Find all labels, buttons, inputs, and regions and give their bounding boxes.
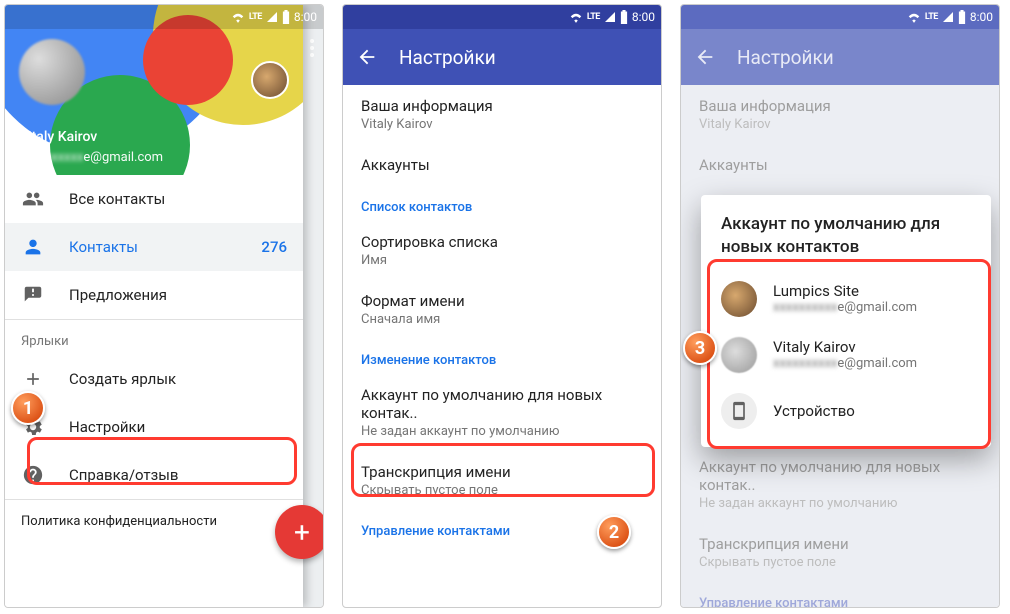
appbar: Настройки <box>343 29 661 85</box>
appbar-dimmed: Настройки <box>681 29 999 85</box>
wifi-icon <box>907 11 921 23</box>
suggestions-icon <box>21 283 45 307</box>
step-badge-1: 1 <box>11 391 45 425</box>
appbar-title: Настройки <box>737 46 834 69</box>
avatar <box>721 281 757 317</box>
labels-header: Ярлыки <box>5 320 303 355</box>
option-email: xxxxxxxxxxe@gmail.com <box>773 300 917 315</box>
phone-2-settings: LTE 8:00 Настройки Ваша информация Vital… <box>342 4 662 608</box>
signal-icon <box>942 11 954 23</box>
setting-your-info[interactable]: Ваша информация Vitaly Kairov <box>343 85 661 144</box>
option-email: xxxxxxxxxxe@gmail.com <box>773 356 917 371</box>
plus-icon: + <box>294 516 310 549</box>
status-time: 8:00 <box>632 10 655 24</box>
lte-label: LTE <box>587 12 600 22</box>
setting-accounts[interactable]: Аккаунты <box>343 144 661 186</box>
section-contacts-list: Список контактов <box>343 186 661 221</box>
bg-setting-transcription: Транскрипция имени Скрывать пустое поле <box>681 523 999 582</box>
person-icon <box>21 235 45 259</box>
nav-suggestions[interactable]: Предложения <box>5 271 303 319</box>
option-name: Vitaly Kairov <box>773 338 917 356</box>
nav-label: Предложения <box>69 286 167 304</box>
drawer-user-email: xxxxxxxxxxe@gmail.com <box>19 150 163 165</box>
drawer-header: Vitaly Kairov xxxxxxxxxxe@gmail.com <box>5 5 303 175</box>
wifi-icon <box>569 11 583 23</box>
signal-icon <box>266 11 278 23</box>
battery-icon <box>282 10 290 24</box>
nav-contacts[interactable]: Контакты 276 <box>5 223 303 271</box>
overflow-menu-icon[interactable] <box>310 39 314 57</box>
battery-icon <box>620 10 628 24</box>
status-time: 8:00 <box>294 10 317 24</box>
lte-label: LTE <box>925 12 938 22</box>
setting-sort[interactable]: Сортировка списка Имя <box>343 221 661 280</box>
nav-label: Справка/отзыв <box>69 466 178 484</box>
option-name: Lumpics Site <box>773 282 917 300</box>
nav-all-contacts[interactable]: Все контакты <box>5 175 303 223</box>
back-button <box>693 45 717 69</box>
nav-label: Контакты <box>69 238 138 256</box>
nav-help[interactable]: Справка/отзыв <box>5 451 303 499</box>
default-account-dialog: Аккаунт по умолчанию для новых контактов… <box>701 195 991 447</box>
help-icon <box>21 463 45 487</box>
step-badge-2: 2 <box>597 515 631 549</box>
dialog-option-lumpics[interactable]: Lumpics Site xxxxxxxxxxe@gmail.com <box>701 271 991 327</box>
appbar-title: Настройки <box>399 46 496 69</box>
status-time: 8:00 <box>970 10 993 24</box>
privacy-link[interactable]: Политика конфиденциальности <box>5 500 303 543</box>
option-name: Устройство <box>773 402 855 420</box>
setting-default-account[interactable]: Аккаунт по умолчанию для новых контак.. … <box>343 374 661 451</box>
nav-settings[interactable]: Настройки <box>5 403 303 451</box>
status-bar: LTE 8:00 <box>343 5 661 29</box>
avatar-secondary[interactable] <box>251 61 289 99</box>
status-bar: LTE 8:00 <box>681 5 999 29</box>
account-dropdown-icon[interactable] <box>277 157 289 165</box>
status-bar: LTE 8:00 <box>5 5 323 29</box>
signal-icon <box>604 11 616 23</box>
device-icon <box>721 393 757 429</box>
dialog-option-vitaly[interactable]: Vitaly Kairov xxxxxxxxxxe@gmail.com <box>701 327 991 383</box>
back-button[interactable] <box>355 45 379 69</box>
dialog-option-device[interactable]: Устройство <box>701 383 991 439</box>
setting-name-format[interactable]: Формат имени Сначала имя <box>343 280 661 339</box>
bg-section-manage: Управление контактами <box>681 582 999 608</box>
avatar <box>721 337 757 373</box>
bg-setting-accounts: Аккаунты <box>681 144 999 186</box>
wifi-icon <box>231 11 245 23</box>
step-badge-3: 3 <box>683 331 717 365</box>
nav-label: Создать ярлык <box>69 370 176 388</box>
fab-add-contact[interactable]: + <box>275 505 324 559</box>
dialog-title: Аккаунт по умолчанию для новых контактов <box>701 213 991 271</box>
avatar[interactable] <box>19 39 85 105</box>
phone-1-drawer: LTE 8:00 Vitaly Kairov xxxxxxxxxxe@gmail… <box>4 4 324 608</box>
phone-3-dialog: LTE 8:00 Настройки Ваша информация Vital… <box>680 4 1000 608</box>
nav-label: Настройки <box>69 418 145 436</box>
nav-create-label[interactable]: Создать ярлык <box>5 355 303 403</box>
drawer-user-name: Vitaly Kairov <box>19 129 97 145</box>
battery-icon <box>958 10 966 24</box>
section-edit-contacts: Изменение контактов <box>343 339 661 374</box>
people-icon <box>21 187 45 211</box>
contacts-count: 276 <box>261 238 287 256</box>
bg-setting-default-account: Аккаунт по умолчанию для новых контак.. … <box>681 446 999 523</box>
setting-transcription[interactable]: Транскрипция имени Скрывать пустое поле <box>343 451 661 510</box>
nav-label: Все контакты <box>69 190 165 208</box>
bg-setting-your-info: Ваша информация Vitaly Kairov <box>681 85 999 144</box>
lte-label: LTE <box>249 12 262 22</box>
plus-icon <box>21 367 45 391</box>
